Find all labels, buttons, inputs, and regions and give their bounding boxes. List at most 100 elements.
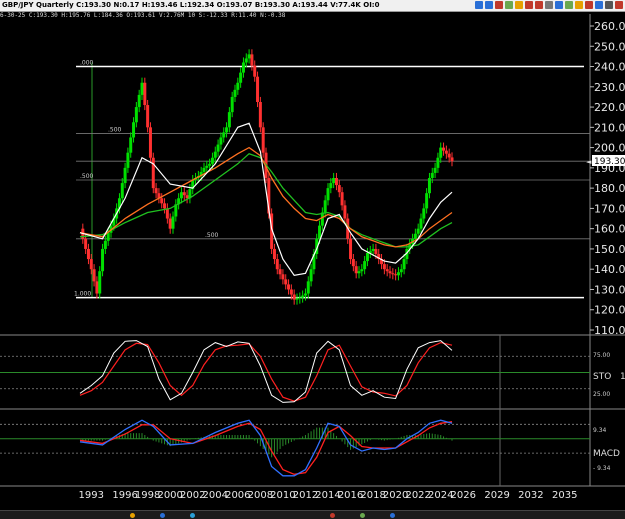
- fib-icon[interactable]: [565, 1, 573, 9]
- candle-up[interactable]: [413, 233, 417, 239]
- candle-down[interactable]: [444, 150, 448, 154]
- candle-down[interactable]: [385, 269, 389, 272]
- candle-down[interactable]: [160, 198, 164, 204]
- candle-up[interactable]: [298, 297, 302, 299]
- candle-down[interactable]: [340, 192, 344, 206]
- candle-down[interactable]: [185, 195, 189, 199]
- candle-up[interactable]: [363, 261, 367, 270]
- candle-down[interactable]: [154, 188, 158, 194]
- candle-up[interactable]: [301, 295, 305, 298]
- candle-up[interactable]: [129, 137, 133, 153]
- candle-down[interactable]: [163, 203, 167, 209]
- candle-down[interactable]: [374, 248, 378, 254]
- candle-down[interactable]: [86, 248, 90, 260]
- candle-up[interactable]: [208, 163, 212, 166]
- app-icon[interactable]: [160, 513, 165, 518]
- candle-up[interactable]: [126, 152, 130, 168]
- candle-up[interactable]: [205, 165, 209, 168]
- candle-down[interactable]: [337, 185, 341, 193]
- candle-up[interactable]: [219, 137, 223, 145]
- candle-up[interactable]: [360, 269, 364, 272]
- candle-up[interactable]: [132, 122, 136, 138]
- candle-up[interactable]: [439, 147, 443, 158]
- candle-up[interactable]: [239, 72, 243, 83]
- draw-line-icon[interactable]: [515, 1, 523, 9]
- candle-down[interactable]: [394, 274, 398, 276]
- lock-icon[interactable]: [545, 1, 553, 9]
- candle-up[interactable]: [236, 82, 240, 90]
- candle-up[interactable]: [419, 218, 423, 229]
- candle-down[interactable]: [151, 157, 155, 189]
- candle-down[interactable]: [165, 208, 169, 219]
- candle-down[interactable]: [275, 259, 279, 270]
- candle-up[interactable]: [103, 240, 107, 249]
- candle-up[interactable]: [416, 228, 420, 234]
- candle-up[interactable]: [396, 272, 400, 276]
- candle-up[interactable]: [123, 167, 127, 184]
- line-icon[interactable]: [595, 1, 603, 9]
- stop-icon[interactable]: [535, 1, 543, 9]
- candle-down[interactable]: [278, 269, 282, 275]
- candle-up[interactable]: [422, 208, 426, 219]
- candle-up[interactable]: [137, 94, 141, 108]
- candle-up[interactable]: [140, 82, 144, 95]
- candle-up[interactable]: [436, 157, 440, 168]
- candle-up[interactable]: [365, 252, 369, 262]
- trend-icon[interactable]: [555, 1, 563, 9]
- candle-up[interactable]: [98, 271, 102, 294]
- candle-up[interactable]: [433, 167, 437, 173]
- app-icon[interactable]: [190, 513, 195, 518]
- candle-up[interactable]: [247, 54, 251, 59]
- candle-down[interactable]: [168, 218, 172, 229]
- candle-down[interactable]: [95, 281, 99, 294]
- candle-up[interactable]: [106, 232, 110, 241]
- close-icon[interactable]: [615, 1, 623, 9]
- candle-up[interactable]: [171, 216, 175, 229]
- candle-up[interactable]: [202, 167, 206, 172]
- candle-up[interactable]: [244, 58, 248, 63]
- candle-down[interactable]: [284, 279, 288, 285]
- candle-down[interactable]: [450, 157, 454, 162]
- candle-up[interactable]: [227, 112, 231, 128]
- candle-down[interactable]: [89, 259, 93, 270]
- candle-down[interactable]: [182, 192, 186, 196]
- rocket-icon[interactable]: [495, 1, 503, 9]
- candle-up[interactable]: [120, 183, 124, 199]
- candle-down[interactable]: [261, 127, 265, 153]
- candle-up[interactable]: [101, 248, 105, 272]
- candle-up[interactable]: [323, 200, 327, 213]
- candle-down[interactable]: [258, 102, 262, 128]
- candle-down[interactable]: [146, 105, 150, 128]
- candle-down[interactable]: [442, 147, 446, 151]
- candle-up[interactable]: [179, 192, 183, 199]
- app-icon[interactable]: [360, 513, 365, 518]
- rect-icon[interactable]: [585, 1, 593, 9]
- candle-up[interactable]: [320, 212, 324, 226]
- app-icon[interactable]: [130, 513, 135, 518]
- grid-icon[interactable]: [605, 1, 613, 9]
- candle-down[interactable]: [256, 76, 260, 102]
- candle-up[interactable]: [425, 193, 429, 209]
- candle-up[interactable]: [230, 96, 234, 113]
- chart-title-bar[interactable]: GBP/JPY Quarterly C:193.30 N:0.17 H:193.…: [0, 0, 625, 12]
- candle-up[interactable]: [306, 281, 310, 294]
- candle-up[interactable]: [371, 248, 375, 251]
- candle-down[interactable]: [349, 238, 353, 260]
- candle-up[interactable]: [303, 293, 307, 296]
- pencil-icon[interactable]: [505, 1, 513, 9]
- candle-up[interactable]: [210, 157, 214, 164]
- candle-down[interactable]: [253, 65, 257, 77]
- candle-up[interactable]: [326, 188, 330, 201]
- candle-down[interactable]: [92, 269, 96, 282]
- candle-up[interactable]: [225, 127, 229, 133]
- app-icon[interactable]: [390, 513, 395, 518]
- refresh-icon[interactable]: [475, 1, 483, 9]
- candle-up[interactable]: [427, 178, 431, 194]
- candle-up[interactable]: [222, 132, 226, 138]
- candle-up[interactable]: [357, 271, 361, 274]
- candle-down[interactable]: [334, 178, 338, 186]
- candle-up[interactable]: [309, 269, 313, 282]
- candle-down[interactable]: [148, 127, 152, 158]
- candle-down[interactable]: [281, 274, 285, 280]
- candle-up[interactable]: [402, 259, 406, 270]
